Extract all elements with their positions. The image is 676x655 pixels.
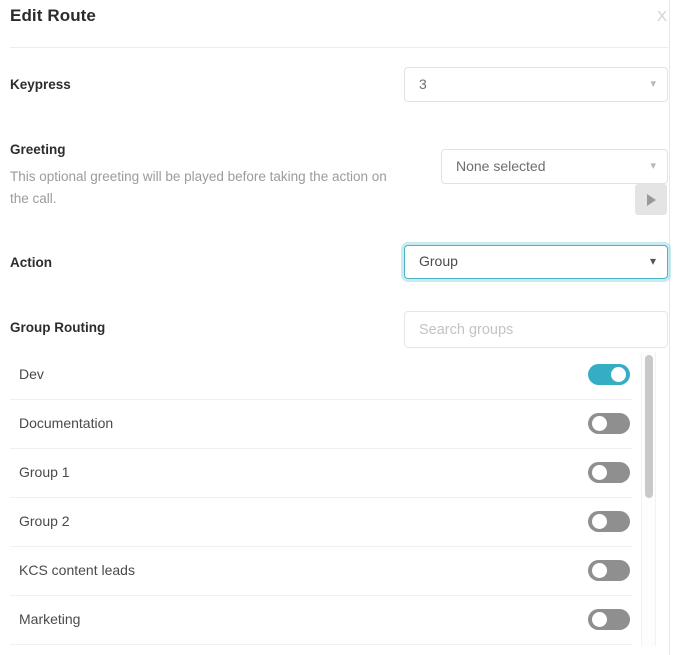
action-label: Action [10, 255, 52, 270]
keypress-select[interactable]: 3 ▾ [404, 67, 668, 102]
chevron-down-icon: ▾ [649, 254, 656, 268]
group-row: KCS content leads [0, 546, 641, 595]
greeting-select[interactable]: None selected ▾ [441, 149, 668, 184]
play-icon [647, 194, 656, 206]
group-toggle[interactable] [588, 462, 630, 483]
toggle-knob [592, 612, 607, 627]
group-row-label: Dev [19, 366, 44, 382]
group-list-scrollbar-thumb[interactable] [645, 355, 653, 498]
row-divider [10, 497, 632, 498]
group-row: Documentation [0, 399, 641, 448]
search-groups-input[interactable] [404, 311, 668, 348]
play-greeting-button[interactable] [635, 184, 667, 215]
row-divider [10, 644, 632, 645]
toggle-knob [592, 465, 607, 480]
greeting-help-text: This optional greeting will be played be… [10, 169, 387, 206]
page-title: Edit Route [10, 6, 96, 25]
group-row-label: Group 2 [19, 513, 70, 529]
toggle-knob [592, 563, 607, 578]
action-value: Group [419, 253, 458, 269]
group-row-label: Documentation [19, 415, 114, 431]
group-row-label: KCS content leads [19, 562, 135, 578]
toggle-knob [592, 514, 607, 529]
group-row: Group 1 [0, 448, 641, 497]
row-divider [10, 546, 632, 547]
greeting-label: Greeting [10, 142, 66, 157]
group-row-label: Marketing [19, 611, 81, 627]
greeting-value: None selected [456, 158, 546, 174]
header-divider [10, 47, 668, 48]
group-row-label: Group 1 [19, 464, 70, 480]
edit-route-dialog: Edit Route X Keypress 3 ▾ Greeting This … [0, 0, 670, 655]
group-toggle[interactable] [588, 413, 630, 434]
group-routing-label: Group Routing [10, 320, 106, 335]
row-divider [10, 448, 632, 449]
row-divider [10, 399, 632, 400]
keypress-value: 3 [419, 76, 427, 92]
toggle-knob [611, 367, 626, 382]
group-row: Marketing [0, 595, 641, 644]
group-row: Group 2 [0, 497, 641, 546]
action-select[interactable]: Group ▾ [404, 245, 668, 279]
toggle-knob [592, 416, 607, 431]
group-toggle[interactable] [588, 609, 630, 630]
keypress-label: Keypress [10, 77, 71, 92]
group-row: Dev [0, 350, 641, 399]
chevron-down-icon: ▾ [650, 78, 656, 90]
chevron-down-icon: ▾ [650, 160, 656, 172]
group-list: Dev Documentation Group 1 Group 2 KCS conten… [0, 350, 641, 650]
row-divider [10, 595, 632, 596]
group-toggle[interactable] [588, 560, 630, 581]
group-toggle[interactable] [588, 364, 630, 385]
group-toggle[interactable] [588, 511, 630, 532]
close-icon[interactable]: X [653, 7, 671, 27]
dialog-header: Edit Route X [0, 0, 670, 47]
group-list-scrollbar[interactable] [641, 352, 656, 646]
